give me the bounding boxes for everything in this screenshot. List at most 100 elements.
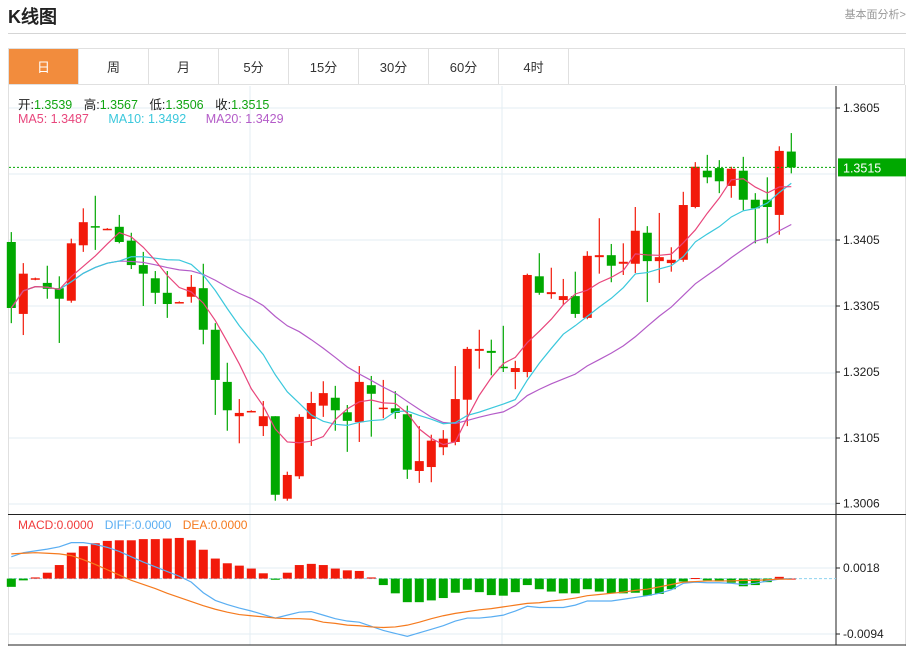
macd-bar [498,578,508,596]
macd-bar [690,578,700,580]
candle-body [558,296,568,301]
candle-body [486,350,496,353]
candle [750,193,760,244]
candle-body [654,257,664,262]
macd-bar [210,558,220,579]
candle [234,399,244,444]
candle-body [714,168,724,182]
candle-body [210,329,220,380]
macd-bar [438,578,448,599]
macd-bar [450,578,460,593]
macd-bar [390,578,400,594]
candle [486,339,496,376]
candle-body [258,416,268,427]
candle [138,251,148,306]
candle [426,434,436,483]
macd-bar [462,578,472,590]
macd-bar [78,546,88,579]
y-tick-label: 1.3305 [843,299,880,313]
macd-bar [198,549,208,579]
candle-body [30,278,40,280]
candle [282,471,292,501]
candle-body [102,228,112,231]
macd-bar [642,578,652,596]
macd-bar [270,578,280,580]
macd-bar [510,578,520,593]
candle-body [330,397,340,411]
y-tick-label: 1.3605 [843,101,880,115]
candle-body [150,278,160,293]
candle [642,226,652,303]
candle-body [78,222,88,246]
macd-bar [366,577,376,579]
macd-bar [486,578,496,596]
candle [654,212,664,283]
candle-body [774,150,784,215]
candle [174,301,184,304]
candle-body [726,168,736,186]
low-value: 1.3506 [165,98,204,112]
candle-body [786,151,796,168]
macd-bar [174,537,184,579]
dea-value: DEA:0.0000 [182,518,248,532]
candle [126,232,136,270]
candle [630,207,640,273]
low-label: 低: [149,98,166,112]
diff-value: DIFF:0.0000 [104,518,172,532]
candle-body [702,170,712,178]
macd-info: MACD:0.0000 DIFF:0.0000 DEA:0.0000 [18,518,247,532]
candle [318,381,328,417]
candle [690,162,700,209]
macd-bar [774,576,784,579]
candle-body [414,461,424,471]
candle [702,154,712,184]
macd-bar [738,578,748,587]
candle [210,323,220,415]
candle-body [366,385,376,394]
macd-bar [522,578,532,586]
candle-body [546,292,556,295]
candle-body [234,412,244,417]
candle-body [246,410,256,413]
candle [510,360,520,390]
candle-body [426,440,436,468]
candle-body [294,416,304,477]
macd-bar [534,578,544,590]
y-tick-label: 1.3405 [843,233,880,247]
macd-value: MACD:0.0000 [18,518,94,532]
high-value: 1.3567 [99,98,138,112]
ma5-line [10,178,792,446]
candle [78,208,88,252]
candle [738,156,748,211]
candle-body [90,226,100,228]
candle [678,191,688,262]
candle-body [678,205,688,260]
macd-bar [306,563,316,579]
ma-info: MA5: 1.3487 MA10: 1.3492 MA20: 1.3429 [18,112,284,126]
candle [6,232,16,324]
candle-body [402,414,412,470]
candle [546,267,556,299]
macd-bar [234,565,244,579]
macd-bar [294,565,304,579]
candle-body [138,265,148,274]
candle-body [282,474,292,499]
macd-y-tick-label: 0.0018 [843,561,880,575]
candle-body [318,393,328,406]
candle-body [6,241,16,308]
candle-body [738,170,748,200]
candle [450,366,460,446]
candle [558,278,568,305]
close-value: 1.3515 [231,98,270,112]
candle-body [606,255,616,266]
macd-bar [114,540,124,579]
candle [66,238,76,303]
candle-body [510,368,520,372]
candle-body [18,273,28,314]
candle-body [474,348,484,351]
macd-bar [378,578,388,586]
macd-bar [138,539,148,579]
candle-body [222,381,232,411]
candle-body [378,407,388,410]
macd-bar [18,578,28,581]
